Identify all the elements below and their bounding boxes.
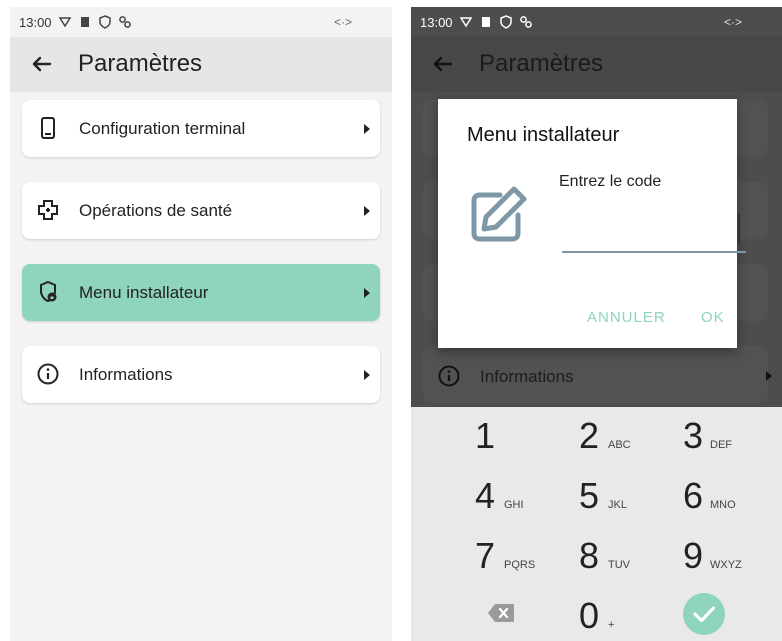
page-title: Paramètres — [479, 50, 604, 77]
sd-card-icon — [78, 15, 92, 29]
shield-status-icon — [98, 15, 112, 29]
key-8[interactable]: 8 TUV — [579, 535, 689, 590]
key-letters: PQRS — [504, 559, 536, 571]
key-digit: 3 — [683, 415, 704, 456]
link-status-icon — [118, 15, 132, 29]
key-digit: 1 — [475, 415, 496, 456]
medical-cross-icon — [36, 198, 60, 222]
menu-item-label: Informations — [79, 365, 173, 384]
status-bar: 13:00 <·> — [411, 7, 782, 37]
backspace-icon[interactable] — [487, 603, 515, 623]
key-digit: 6 — [683, 475, 704, 516]
key-letters: MNO — [710, 499, 736, 511]
chevron-right-icon — [364, 206, 370, 216]
check-icon[interactable] — [683, 593, 725, 635]
key-3[interactable]: 3 DEF — [683, 415, 782, 470]
status-time: 13:00 — [19, 14, 52, 30]
menu-item-label: Informations — [480, 367, 574, 386]
text-cursor — [738, 214, 740, 244]
data-arrows-icon: <·> — [723, 15, 742, 29]
app-bar: Paramètres — [10, 37, 392, 92]
back-arrow-icon[interactable] — [28, 50, 56, 78]
menu-item-informations-dimmed — [423, 346, 768, 403]
notification-icon — [459, 15, 473, 29]
code-input[interactable] — [562, 203, 746, 253]
dimmed-background: 13:00 <·> Paramètres Informations Menu i… — [411, 7, 782, 407]
dialog-title: Menu installateur — [467, 124, 620, 146]
key-letters: JKL — [608, 499, 627, 511]
edit-icon — [466, 183, 530, 247]
installer-code-dialog: Menu installateur Entrez le code ANNULER… — [438, 99, 746, 348]
key-2[interactable]: 2 ABC — [579, 415, 689, 470]
key-digit: 2 — [579, 415, 600, 456]
menu-item-label: Configuration terminal — [79, 119, 246, 138]
info-icon — [36, 362, 60, 386]
key-letters: + — [608, 619, 615, 631]
key-letters: TUV — [608, 559, 630, 571]
key-letters: DEF — [710, 439, 732, 451]
key-letters: WXYZ — [710, 559, 742, 571]
key-7[interactable]: 7 PQRS — [475, 535, 585, 590]
key-0[interactable]: 0 + — [579, 595, 689, 641]
key-letters: GHI — [504, 499, 524, 511]
key-9[interactable]: 9 WXYZ — [683, 535, 782, 590]
page-title: Paramètres — [78, 50, 203, 77]
code-prompt-label: Entrez le code — [559, 173, 662, 190]
key-digit: 5 — [579, 475, 600, 516]
key-digit: 8 — [579, 535, 600, 576]
key-digit: 4 — [475, 475, 496, 516]
key-1[interactable]: 1 — [475, 415, 585, 470]
chevron-right-icon — [364, 124, 370, 134]
key-5[interactable]: 5 JKL — [579, 475, 689, 530]
cancel-button[interactable]: ANNULER — [587, 309, 666, 326]
data-arrows-icon: <·> — [333, 15, 352, 29]
chevron-right-icon — [766, 371, 772, 381]
menu-item-menu-installateur[interactable]: Menu installateur — [22, 264, 380, 321]
settings-screen: 13:00 <·> Paramètres Configuration termi… — [10, 7, 392, 641]
sd-card-icon — [479, 15, 493, 29]
key-letters: ABC — [608, 439, 631, 451]
status-time: 13:00 — [420, 14, 453, 30]
notification-icon — [58, 15, 72, 29]
menu-item-operations-sante[interactable]: Opérations de santé — [22, 182, 380, 239]
installer-dialog-screen: 13:00 <·> Paramètres Informations Menu i… — [411, 7, 782, 641]
menu-item-informations[interactable]: Informations — [22, 346, 380, 403]
key-4[interactable]: 4 GHI — [475, 475, 585, 530]
key-6[interactable]: 6 MNO — [683, 475, 782, 530]
back-arrow-icon — [429, 50, 457, 78]
chevron-right-icon — [364, 370, 370, 380]
shield-status-icon — [499, 15, 513, 29]
menu-item-configuration-terminal[interactable]: Configuration terminal — [22, 100, 380, 157]
chevron-right-icon — [364, 288, 370, 298]
key-digit: 0 — [579, 595, 600, 636]
status-bar: 13:00 <·> — [10, 7, 392, 37]
info-icon — [437, 364, 461, 388]
ok-button[interactable]: OK — [701, 309, 725, 326]
phone-device-icon — [36, 116, 60, 140]
menu-item-label: Opérations de santé — [79, 201, 233, 220]
key-digit: 7 — [475, 535, 496, 576]
link-status-icon — [519, 15, 533, 29]
numeric-keypad: 1 2 ABC 3 DEF 4 GHI 5 JKL 6 MNO 7 PQRS 8… — [411, 407, 782, 641]
menu-item-label: Menu installateur — [79, 283, 209, 302]
app-bar: Paramètres — [411, 37, 782, 92]
shield-lock-icon — [36, 280, 60, 304]
key-digit: 9 — [683, 535, 704, 576]
